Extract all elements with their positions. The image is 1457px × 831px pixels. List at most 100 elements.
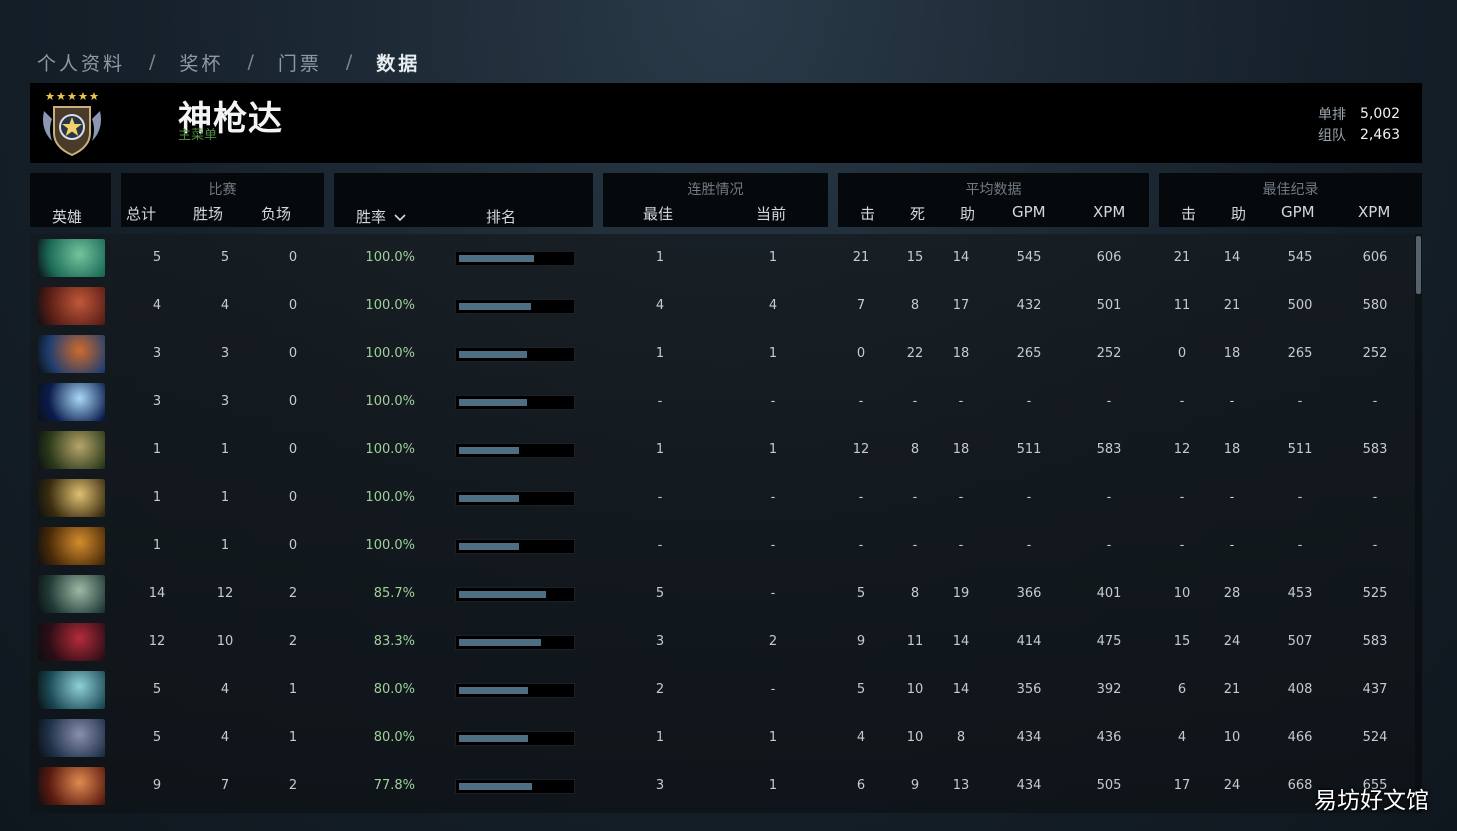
breadcrumb-profile[interactable]: 个人资料 xyxy=(37,49,125,76)
table-row[interactable]: 1 1 0 100.0% 1 1 12 8 18 511 583 12 18 511 583 xyxy=(30,426,1422,474)
hero-portrait-1-icon[interactable] xyxy=(38,239,105,277)
hero-portrait-10-icon[interactable] xyxy=(38,671,105,709)
rank-bar-fill xyxy=(459,591,546,598)
header-rank[interactable]: 排名 xyxy=(486,206,516,227)
cell-best-gpm: - xyxy=(1297,538,1303,553)
table-row[interactable]: 3 3 0 100.0% - - - - - - - - - - - xyxy=(30,378,1422,426)
cell-losses: 0 xyxy=(288,442,298,457)
table-row[interactable]: 14 12 2 85.7% 5 - 5 8 19 366 401 10 28 453 525 xyxy=(30,570,1422,618)
table-row[interactable]: 3 3 0 100.0% 1 1 0 22 18 265 252 0 18 265 252 xyxy=(30,330,1422,378)
header-best-streak[interactable]: 最佳 xyxy=(643,203,673,224)
header-total[interactable]: 总计 xyxy=(126,203,156,224)
cell-avg-gpm: - xyxy=(1026,538,1032,553)
cell-best-gpm: 408 xyxy=(1287,682,1313,697)
header-hero[interactable]: 英雄 xyxy=(52,206,82,227)
cell-best-assists: - xyxy=(1229,490,1235,505)
cell-total: 5 xyxy=(152,250,162,265)
header-losses[interactable]: 负场 xyxy=(261,203,291,224)
cell-avg-gpm: 414 xyxy=(1016,634,1042,649)
breadcrumb-tickets[interactable]: 门票 xyxy=(278,49,322,76)
breadcrumb: 个人资料 / 奖杯 / 门票 / 数据 xyxy=(37,48,420,76)
cell-avg-deaths: - xyxy=(912,538,918,553)
breadcrumb-stats[interactable]: 数据 xyxy=(376,49,420,76)
cell-total: 4 xyxy=(152,298,162,313)
profile-banner: 神枪达 主菜单 单排 5,002 组队 2,463 xyxy=(30,83,1422,163)
table-row[interactable]: 1 1 0 100.0% - - - - - - - - - - - xyxy=(30,522,1422,570)
cell-total: 1 xyxy=(152,490,162,505)
hero-portrait-12-icon[interactable] xyxy=(38,767,105,805)
header-best-assists[interactable]: 助 xyxy=(1231,203,1246,224)
table-row[interactable]: 1 1 0 100.0% - - - - - - - - - - - xyxy=(30,474,1422,522)
cell-avg-kills: 6 xyxy=(856,778,866,793)
cell-wins: 3 xyxy=(220,346,230,361)
cell-avg-gpm: 432 xyxy=(1016,298,1042,313)
hero-portrait-11-icon[interactable] xyxy=(38,719,105,757)
hero-portrait-5-icon[interactable] xyxy=(38,431,105,469)
hero-portrait-8-icon[interactable] xyxy=(38,575,105,613)
header-best-gpm[interactable]: GPM xyxy=(1281,203,1315,221)
cell-best-streak: - xyxy=(657,394,663,409)
watermark: 易坊好文馆 xyxy=(1314,788,1429,814)
cell-losses: 2 xyxy=(288,634,298,649)
table-row[interactable]: 5 5 0 100.0% 1 1 21 15 14 545 606 21 14 545 606 xyxy=(30,234,1422,282)
cell-best-xpm: 437 xyxy=(1362,682,1388,697)
cell-best-kills: 4 xyxy=(1177,730,1187,745)
cell-wins: 1 xyxy=(220,490,230,505)
rank-bar xyxy=(455,251,575,266)
cell-avg-gpm: - xyxy=(1026,490,1032,505)
header-wins[interactable]: 胜场 xyxy=(193,203,223,224)
table-row[interactable]: 12 10 2 83.3% 3 2 9 11 14 414 475 15 24 507 583 xyxy=(30,618,1422,666)
hero-portrait-3-icon[interactable] xyxy=(38,335,105,373)
cell-avg-gpm: 545 xyxy=(1016,250,1042,265)
solo-mmr-value: 5,002 xyxy=(1360,105,1401,122)
scrollbar-thumb[interactable] xyxy=(1416,236,1421,294)
rank-bar xyxy=(455,395,575,410)
rank-bar xyxy=(455,635,575,650)
header-hero-group: 英雄 xyxy=(30,173,111,227)
header-current-streak[interactable]: 当前 xyxy=(756,203,786,224)
hero-portrait-4-icon[interactable] xyxy=(38,383,105,421)
breadcrumb-separator: / xyxy=(345,51,353,73)
scrollbar[interactable] xyxy=(1415,234,1422,813)
cell-best-assists: 10 xyxy=(1223,730,1241,745)
hero-portrait-6-icon[interactable] xyxy=(38,479,105,517)
hero-portrait-7-icon[interactable] xyxy=(38,527,105,565)
cell-best-xpm: 606 xyxy=(1362,250,1388,265)
rank-bar-fill xyxy=(459,399,527,406)
cell-best-gpm: 265 xyxy=(1287,346,1313,361)
header-avg-xpm[interactable]: XPM xyxy=(1093,203,1125,221)
header-avg-gpm[interactable]: GPM xyxy=(1012,203,1046,221)
header-avg-deaths[interactable]: 死 xyxy=(910,203,925,224)
header-best-kills[interactable]: 击 xyxy=(1181,203,1196,224)
header-best-xpm[interactable]: XPM xyxy=(1358,203,1390,221)
table-row[interactable]: 5 4 1 80.0% 2 - 5 10 14 356 392 6 21 408 437 xyxy=(30,666,1422,714)
breadcrumb-trophies[interactable]: 奖杯 xyxy=(179,49,223,76)
cell-best-kills: 21 xyxy=(1173,250,1191,265)
cell-avg-assists: 17 xyxy=(952,298,970,313)
cell-avg-xpm: 501 xyxy=(1096,298,1122,313)
rank-bar-fill xyxy=(459,687,528,694)
table-row[interactable]: 9 7 2 77.8% 3 1 6 9 13 434 505 17 24 668 655 xyxy=(30,762,1422,810)
sort-chevron-down-icon xyxy=(394,214,406,222)
hero-portrait-9-icon[interactable] xyxy=(38,623,105,661)
hero-portrait-2-icon[interactable] xyxy=(38,287,105,325)
cell-current-streak: - xyxy=(770,682,776,697)
header-best-group: 最佳纪录 击 助 GPM XPM xyxy=(1159,173,1422,227)
rank-bar xyxy=(455,731,575,746)
cell-winrate: 100.0% xyxy=(365,442,415,457)
cell-best-assists: 21 xyxy=(1223,298,1241,313)
header-avg-kills[interactable]: 击 xyxy=(860,203,875,224)
header-avg-assists[interactable]: 助 xyxy=(960,203,975,224)
header-streak-group: 连胜情况 最佳 当前 xyxy=(603,173,828,227)
cell-best-kills: 0 xyxy=(1177,346,1187,361)
cell-wins: 4 xyxy=(220,730,230,745)
header-winrate[interactable]: 胜率 xyxy=(356,206,406,227)
cell-best-assists: - xyxy=(1229,538,1235,553)
cell-avg-xpm: 401 xyxy=(1096,586,1122,601)
cell-total: 3 xyxy=(152,394,162,409)
cell-avg-assists: 14 xyxy=(952,250,970,265)
table-row[interactable]: 5 4 1 80.0% 1 1 4 10 8 434 436 4 10 466 524 xyxy=(30,714,1422,762)
cell-best-xpm: - xyxy=(1372,394,1378,409)
cell-avg-xpm: - xyxy=(1106,538,1112,553)
table-row[interactable]: 4 4 0 100.0% 4 4 7 8 17 432 501 11 21 500 580 xyxy=(30,282,1422,330)
